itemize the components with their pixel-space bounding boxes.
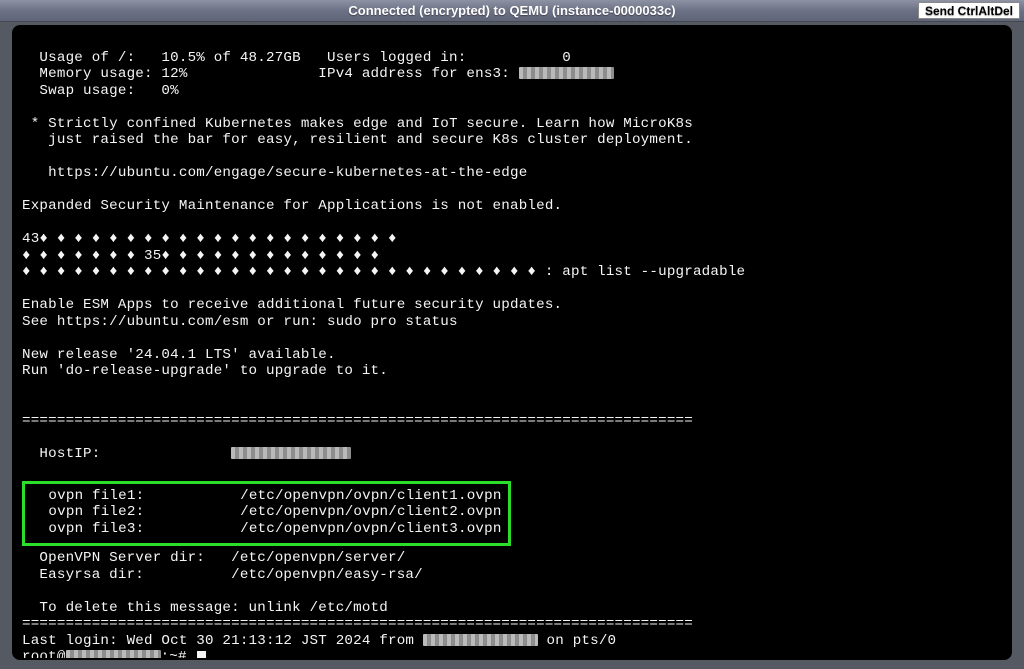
titlebar-title: Connected (encrypted) to QEMU (instance-… (348, 3, 675, 18)
ovpn-highlight-box: ovpn file1: /etc/openvpn/ovpn/client1.ov… (22, 481, 511, 547)
newrelease-1: New release '24.04.1 LTS' available. (22, 347, 336, 363)
swap-line: Swap usage: 0% (22, 83, 179, 99)
promo-line-2: just raised the bar for easy, resilient … (22, 132, 693, 148)
esm-enable-1: Enable ESM Apps to receive additional fu… (22, 297, 562, 313)
send-ctrlaltdel-label: Send CtrlAltDel (925, 4, 1013, 18)
console-frame[interactable]: Usage of /: 10.5% of 48.27GB Users logge… (12, 25, 1012, 660)
ovpn-file2: ovpn file2: /etc/openvpn/ovpn/client2.ov… (31, 504, 502, 520)
delete-msg: To delete this message: unlink /etc/motd (22, 600, 388, 616)
titlebar: Connected (encrypted) to QEMU (instance-… (0, 0, 1024, 22)
redacted-ip (519, 67, 614, 79)
send-ctrlaltdel-button[interactable]: Send CtrlAltDel (918, 2, 1020, 19)
diamonds-2: ♦ ♦ ♦ ♦ ♦ ♦ ♦ 35♦ ♦ ♦ ♦ ♦ ♦ ♦ ♦ ♦ ♦ ♦ ♦ … (22, 248, 379, 264)
diamonds-1: 43♦ ♦ ♦ ♦ ♦ ♦ ♦ ♦ ♦ ♦ ♦ ♦ ♦ ♦ ♦ ♦ ♦ ♦ ♦ … (22, 231, 397, 247)
usage-line: Usage of /: 10.5% of 48.27GB Users logge… (22, 50, 571, 66)
cursor (197, 651, 206, 660)
shell-prompt[interactable]: root@:~# (22, 649, 206, 660)
redacted-hostip (231, 447, 351, 459)
ovpn-file1: ovpn file1: /etc/openvpn/ovpn/client1.ov… (31, 488, 502, 504)
redacted-hostname (66, 650, 161, 660)
diamonds-3: ♦ ♦ ♦ ♦ ♦ ♦ ♦ ♦ ♦ ♦ ♦ ♦ ♦ ♦ ♦ ♦ ♦ ♦ ♦ ♦ … (22, 264, 745, 280)
easyrsa-dir: Easyrsa dir: /etc/openvpn/easy-rsa/ (22, 567, 423, 583)
redacted-from-ip (423, 634, 538, 646)
separator-top: ========================================… (22, 413, 693, 429)
last-login: Last login: Wed Oct 30 21:13:12 JST 2024… (22, 633, 616, 649)
terminal-output: Usage of /: 10.5% of 48.27GB Users logge… (22, 33, 1002, 660)
memory-line: Memory usage: 12% IPv4 address for ens3: (22, 66, 614, 82)
ovpn-file3: ovpn file3: /etc/openvpn/ovpn/client3.ov… (31, 521, 502, 537)
promo-line-1: * Strictly confined Kubernetes makes edg… (22, 116, 693, 132)
promo-url: https://ubuntu.com/engage/secure-kuberne… (22, 165, 527, 181)
newrelease-2: Run 'do-release-upgrade' to upgrade to i… (22, 363, 388, 379)
separator-bottom: ========================================… (22, 616, 693, 632)
esm-enable-2: See https://ubuntu.com/esm or run: sudo … (22, 314, 458, 330)
server-dir: OpenVPN Server dir: /etc/openvpn/server/ (22, 550, 405, 566)
esm-not-enabled: Expanded Security Maintenance for Applic… (22, 198, 562, 214)
hostip-line: HostIP: (22, 446, 351, 462)
